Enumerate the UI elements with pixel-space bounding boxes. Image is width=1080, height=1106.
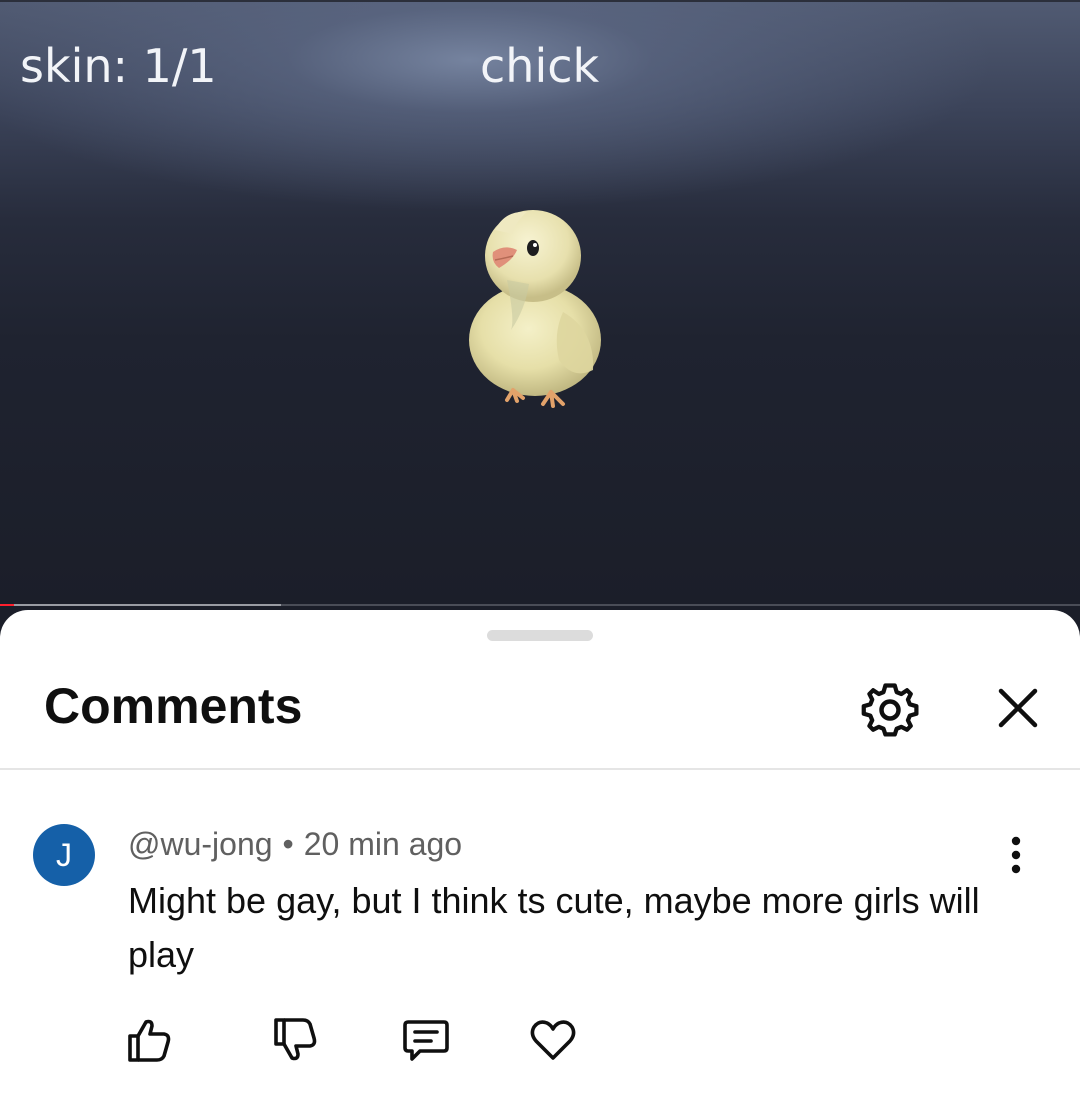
skin-counter-label: skin: 1/1 [20, 39, 217, 93]
comment-timestamp: 20 min ago [303, 826, 463, 862]
heart-button[interactable] [527, 1014, 579, 1066]
video-player[interactable]: skin: 1/1 chick [0, 0, 1080, 610]
chick-character-image [469, 210, 601, 408]
thumbs-up-icon [128, 1019, 171, 1062]
character-name-label: chick [480, 39, 600, 93]
close-icon [998, 688, 1038, 728]
comments-title: Comments [44, 678, 303, 734]
comment-more-button[interactable] [996, 832, 1036, 878]
sheet-drag-handle[interactable] [487, 630, 593, 641]
comments-settings-button[interactable] [858, 678, 922, 742]
comment-text: Might be gay, but I think ts cute, maybe… [128, 880, 980, 975]
heart-icon [530, 1020, 576, 1060]
avatar[interactable]: J [33, 824, 95, 886]
more-vertical-icon [1011, 836, 1021, 874]
like-button[interactable] [122, 1014, 174, 1066]
comment-meta: @wu-jong • 20 min ago [128, 824, 462, 864]
thumbs-down-icon [274, 1018, 317, 1061]
comment-author[interactable]: @wu-jong [128, 826, 273, 862]
comments-sheet: Comments J @wu-jong • 20 min ago Might be … [0, 610, 1080, 1106]
close-comments-button[interactable] [990, 680, 1046, 736]
video-top-edge [0, 0, 1080, 2]
dislike-button[interactable] [268, 1014, 320, 1066]
reply-button[interactable] [400, 1014, 452, 1066]
reply-comment-icon [403, 1020, 449, 1061]
gear-icon [861, 683, 919, 737]
meta-separator: • [282, 826, 294, 862]
header-divider [0, 768, 1080, 770]
